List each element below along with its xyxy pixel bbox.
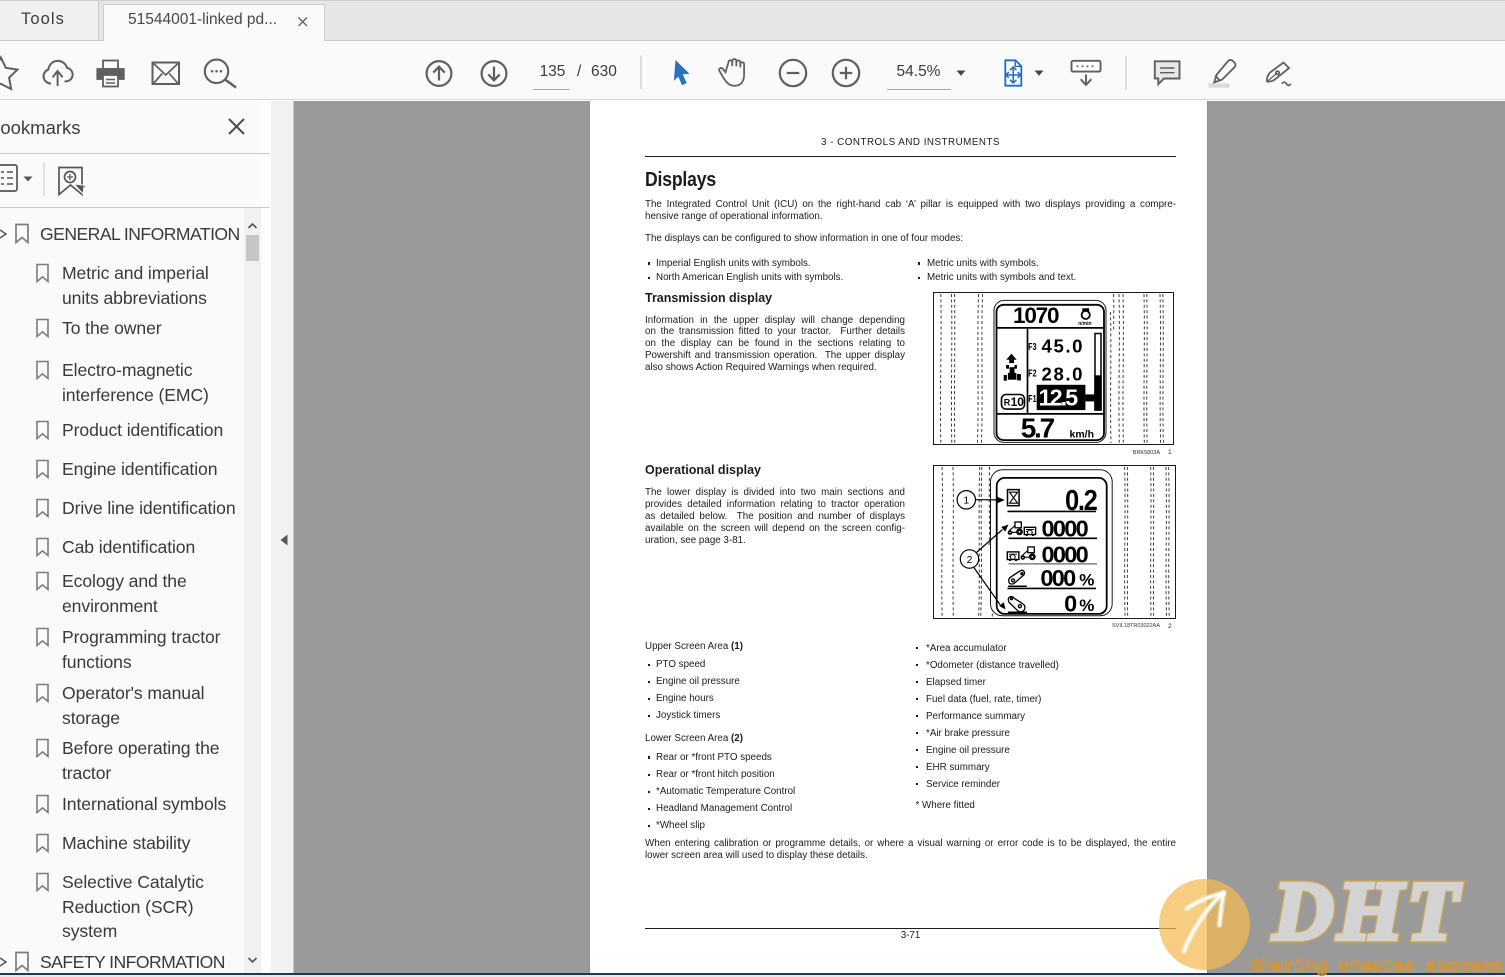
svg-text:n/min: n/min bbox=[1078, 321, 1091, 327]
svg-text:km/h: km/h bbox=[1070, 428, 1095, 440]
svg-text:5.7: 5.7 bbox=[1021, 413, 1055, 444]
svg-text:F1: F1 bbox=[1028, 393, 1036, 404]
svg-text:0: 0 bbox=[1064, 591, 1077, 617]
svg-text:1070: 1070 bbox=[1013, 303, 1059, 328]
svg-text:12.5: 12.5 bbox=[1039, 385, 1079, 411]
svg-text:000: 000 bbox=[1040, 565, 1076, 591]
svg-text:Sharing creates success: Sharing creates success bbox=[1251, 957, 1502, 977]
svg-text:%: % bbox=[1079, 571, 1094, 590]
svg-text:F2: F2 bbox=[1028, 368, 1036, 379]
svg-text:%: % bbox=[1079, 596, 1094, 615]
svg-text:2: 2 bbox=[967, 554, 973, 566]
svg-text:28.0: 28.0 bbox=[1042, 364, 1085, 385]
svg-text:F3: F3 bbox=[1028, 341, 1036, 352]
svg-text:1: 1 bbox=[963, 495, 969, 507]
svg-text:45.0: 45.0 bbox=[1042, 336, 1085, 357]
svg-text:10: 10 bbox=[1011, 395, 1025, 409]
svg-text:0000: 0000 bbox=[1042, 515, 1089, 541]
svg-text:DHT: DHT bbox=[1272, 865, 1462, 958]
